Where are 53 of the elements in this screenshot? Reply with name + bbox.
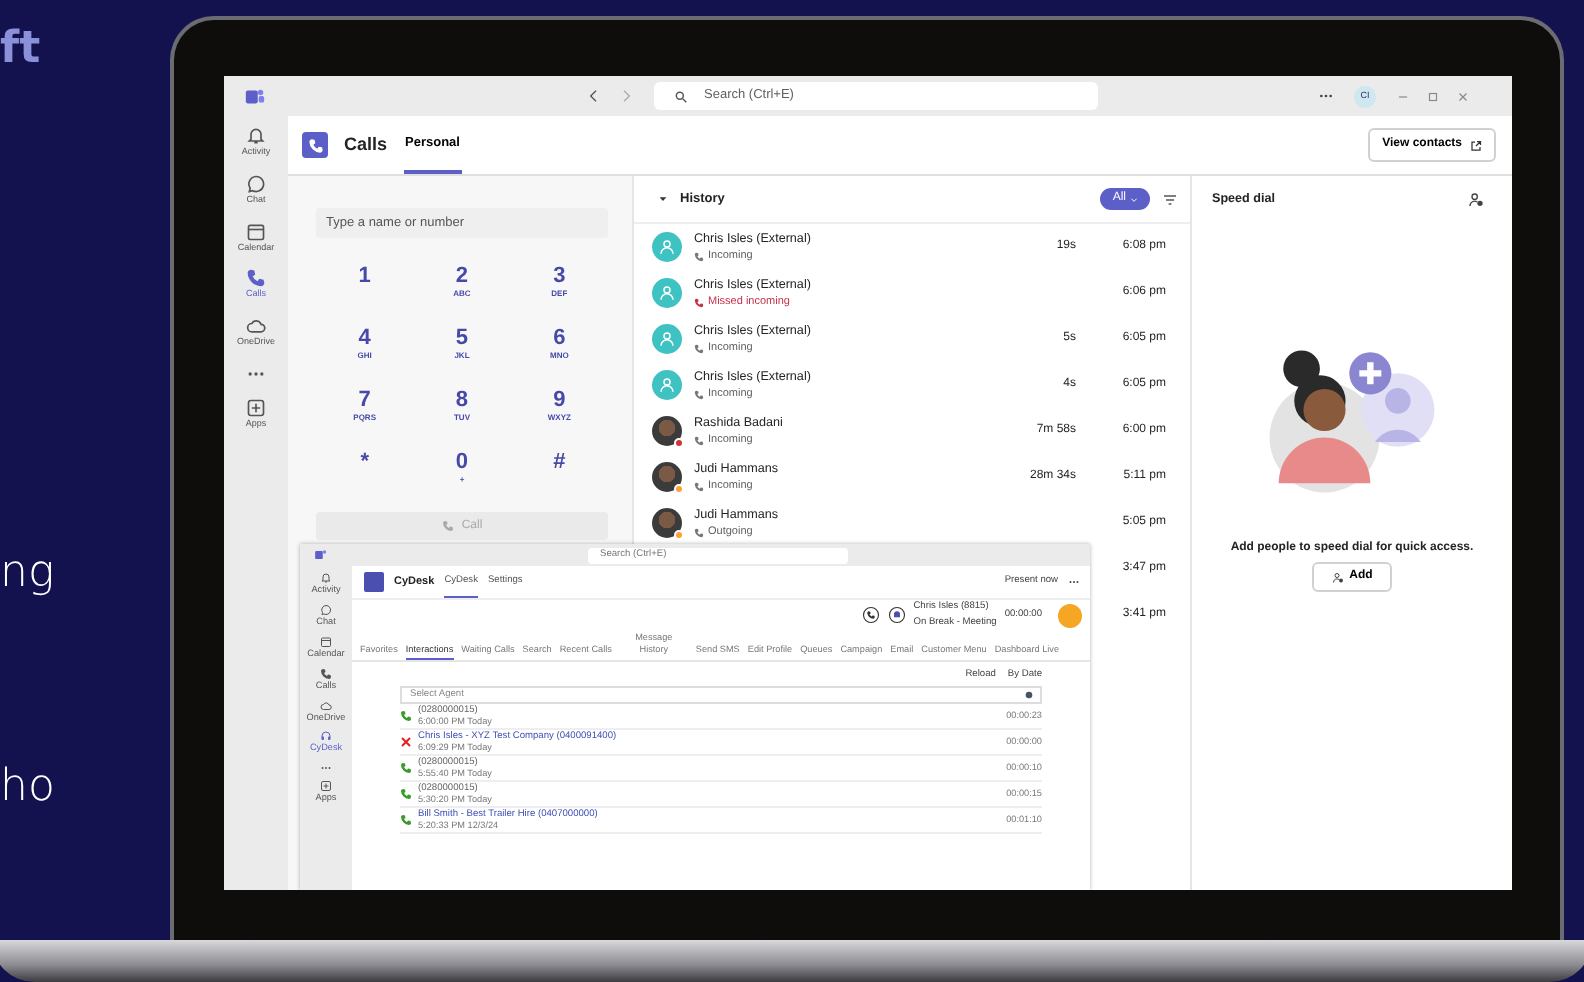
agent-avatar xyxy=(1058,603,1082,627)
bell-icon xyxy=(320,572,332,584)
headset-icon xyxy=(320,730,332,743)
headline-text: ho xyxy=(0,766,57,810)
phone-icon xyxy=(400,710,412,723)
add-app-icon xyxy=(319,780,332,793)
contact-avatar xyxy=(652,278,682,308)
calls-app-icon xyxy=(302,132,328,158)
bell-icon xyxy=(245,126,266,146)
chat-icon xyxy=(246,173,266,194)
bell-circle-icon[interactable] xyxy=(887,606,906,624)
headline-text: ng xyxy=(0,552,57,596)
call-icon xyxy=(694,343,704,354)
teams-logo-icon xyxy=(244,85,266,107)
phone-circle-icon[interactable] xyxy=(861,606,880,624)
contact-avatar xyxy=(652,232,682,262)
add-person-icon xyxy=(1331,571,1344,584)
contact-avatar xyxy=(652,370,682,400)
phone-icon xyxy=(245,268,266,289)
dial-key[interactable]: # xyxy=(510,444,608,506)
page-title: Calls xyxy=(344,131,388,158)
call-icon xyxy=(694,435,704,446)
phone-icon xyxy=(400,814,412,827)
search-icon xyxy=(674,89,688,103)
headline-text: ft xyxy=(0,28,43,72)
add-app-icon xyxy=(245,397,266,418)
teams-logo-icon xyxy=(314,548,328,562)
app-logo-icon xyxy=(364,572,384,592)
call-icon xyxy=(694,389,704,400)
phone-icon xyxy=(320,667,332,680)
missed-call-icon xyxy=(694,297,704,308)
filter-icon[interactable] xyxy=(1162,191,1178,207)
phone-icon xyxy=(400,762,412,775)
phone-icon xyxy=(400,788,412,801)
missed-call-icon xyxy=(400,736,412,749)
calendar-icon xyxy=(245,221,266,241)
maximize-icon[interactable] xyxy=(1426,89,1440,103)
chevron-icon xyxy=(1130,195,1138,203)
add-person-icon[interactable] xyxy=(1468,192,1484,208)
phone-icon xyxy=(441,520,454,532)
cloud-icon xyxy=(320,699,332,712)
call-icon xyxy=(694,251,704,262)
cloud-icon xyxy=(245,316,266,336)
calendar-icon xyxy=(320,635,332,648)
dial-key[interactable]: 1 xyxy=(316,258,414,320)
chat-icon xyxy=(320,603,332,616)
contact-avatar xyxy=(652,324,682,354)
external-link-icon xyxy=(1470,139,1482,151)
call-icon xyxy=(694,527,704,538)
caret-icon[interactable] xyxy=(658,194,668,204)
dial-key[interactable]: * xyxy=(316,444,414,506)
call-icon xyxy=(694,481,704,492)
close-icon[interactable] xyxy=(1456,89,1470,103)
